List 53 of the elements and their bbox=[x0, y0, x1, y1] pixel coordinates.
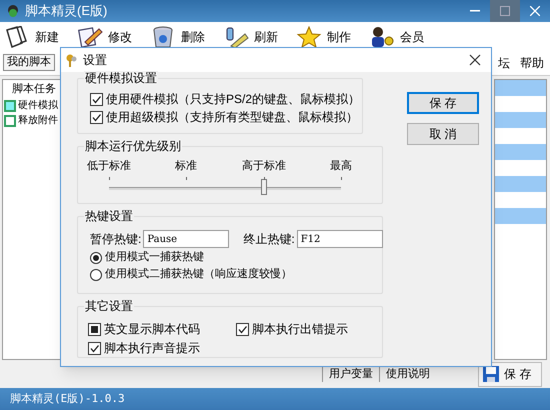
maximize-icon bbox=[500, 6, 510, 16]
option-label: 使用模式一捕获热键 bbox=[105, 250, 204, 266]
slider-label: 标准 bbox=[175, 159, 197, 173]
slider-label: 最高 bbox=[330, 159, 352, 173]
option-label: 脚本执行声音提示 bbox=[104, 340, 200, 356]
radio-button[interactable] bbox=[90, 268, 102, 280]
window-title: 脚本精灵(E版) bbox=[25, 2, 108, 20]
option-label: 英文显示脚本代码 bbox=[104, 321, 200, 337]
slider-label: 低于标准 bbox=[87, 159, 131, 173]
toolbar-button[interactable]: 删除 bbox=[150, 24, 205, 50]
save-button[interactable]: 保 存 bbox=[478, 362, 542, 386]
group-title: 热键设置 bbox=[84, 209, 134, 223]
checkbox[interactable] bbox=[236, 322, 249, 336]
dialog-button[interactable]: 保 存 bbox=[407, 92, 479, 114]
panel-header: 脚本任务 bbox=[11, 82, 57, 97]
checkbox[interactable] bbox=[88, 322, 101, 336]
status-text: 脚本精灵(E版)-1.0.3 bbox=[10, 390, 125, 407]
menu-item[interactable]: 坛 bbox=[498, 54, 510, 72]
toolbar-button[interactable]: 新建 bbox=[4, 24, 59, 50]
checkbox[interactable] bbox=[90, 92, 103, 106]
hotkey-field[interactable]: F12 bbox=[296, 230, 383, 248]
people-icon bbox=[369, 26, 395, 48]
task-item[interactable]: 硬件模拟 bbox=[4, 98, 61, 113]
dialog-button[interactable]: 取 消 bbox=[407, 123, 479, 145]
option-label: 脚本执行出错提示 bbox=[252, 321, 348, 337]
radio-button[interactable] bbox=[90, 252, 102, 264]
checkbox[interactable] bbox=[90, 110, 103, 124]
dialog-title: 设置 bbox=[83, 52, 107, 69]
toolbar-button[interactable]: 制作 bbox=[296, 24, 351, 50]
close-icon bbox=[530, 6, 540, 16]
task-item[interactable]: 释放附件 bbox=[4, 113, 61, 128]
toolbar-button[interactable]: 刷新 bbox=[223, 24, 278, 50]
option-label: 使用模式二捕获热键（响应速度较慢） bbox=[105, 266, 292, 282]
app-icon bbox=[6, 4, 20, 18]
group-title: 其它设置 bbox=[84, 299, 134, 313]
keys-icon bbox=[66, 54, 77, 66]
option-label: 使用硬件模拟（只支持PS/2的键盘、鼠标模拟） bbox=[106, 91, 360, 107]
toolbar-button[interactable]: 修改 bbox=[77, 24, 132, 50]
minimize-icon bbox=[470, 10, 480, 12]
slider-thumb[interactable] bbox=[260, 179, 267, 195]
menu-item[interactable]: 帮助 bbox=[520, 54, 544, 72]
close-button[interactable] bbox=[469, 54, 481, 66]
star-icon bbox=[296, 26, 322, 48]
slider-label: 高于标准 bbox=[242, 159, 286, 173]
script-tab[interactable]: 我的脚本 bbox=[3, 54, 55, 71]
group-title: 脚本运行优先级别 bbox=[84, 139, 182, 153]
toolbar-button[interactable]: 会员 bbox=[369, 24, 424, 50]
hotkey-field[interactable]: Pause bbox=[143, 230, 230, 248]
checkbox[interactable] bbox=[88, 342, 101, 354]
group-title: 硬件模拟设置 bbox=[84, 71, 158, 85]
option-label: 使用超级模拟（支持所有类型键盘、鼠标模拟） bbox=[106, 109, 358, 125]
field-label: 终止热键: bbox=[243, 231, 295, 248]
field-label: 暂停热键: bbox=[90, 231, 142, 248]
